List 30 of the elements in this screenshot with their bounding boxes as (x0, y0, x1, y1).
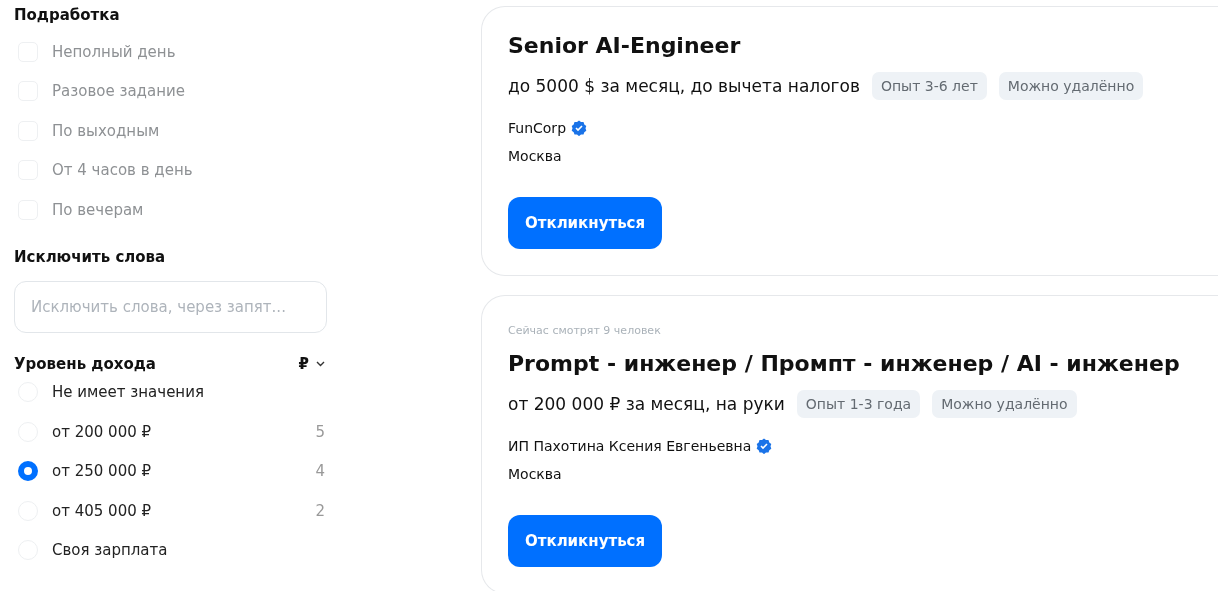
salary: от 200 000 ₽ за месяц, на руки (508, 394, 785, 414)
tag: Можно удалённо (998, 72, 1144, 100)
salary: до 5000 $ за месяц, до вычета налогов (508, 76, 860, 96)
city: Москва (508, 466, 563, 482)
currency-dropdown[interactable]: ₽ (298, 354, 327, 373)
respond-button[interactable]: Откликнуться (508, 515, 663, 567)
option-label[interactable]: от 250 000 ₽ (52, 462, 152, 481)
section-heading: Подработка (14, 6, 121, 24)
respond-button[interactable]: Откликнуться (508, 197, 663, 249)
section-heading: Исключить слова (14, 247, 167, 266)
vacancy-title[interactable]: Prompt - инженер / Промпт - инженер / AI - инженер (508, 351, 1218, 376)
radio-button[interactable] (18, 461, 38, 482)
company-name[interactable]: FunCorp (508, 120, 567, 136)
company-name[interactable]: ИП Пахотина Ксения Евгеньевна (508, 438, 752, 454)
vacancy-title[interactable]: Senior AI-Engineer (508, 33, 1218, 58)
section-heading: Уровень дохода (14, 354, 156, 373)
count: 2 (315, 501, 326, 520)
count: 4 (315, 462, 326, 481)
option-label[interactable]: от 405 000 ₽ (52, 501, 152, 520)
tag: Опыт 1-3 года (796, 390, 921, 418)
viewers-note: Сейчас смотрят 9 человек (508, 324, 662, 337)
option-label[interactable]: Своя зарплата (52, 541, 168, 560)
city: Москва (508, 148, 563, 164)
tag: Опыт 3-6 лет (871, 72, 987, 100)
option-label[interactable]: от 200 000 ₽ (52, 422, 152, 441)
count: 5 (315, 422, 326, 441)
search-field[interactable]: Исключить слова, через запят... (14, 280, 327, 333)
tag: Можно удалённо (932, 390, 1077, 418)
option-label[interactable]: Не имеет значения (52, 383, 204, 402)
caret-icon (316, 360, 325, 367)
